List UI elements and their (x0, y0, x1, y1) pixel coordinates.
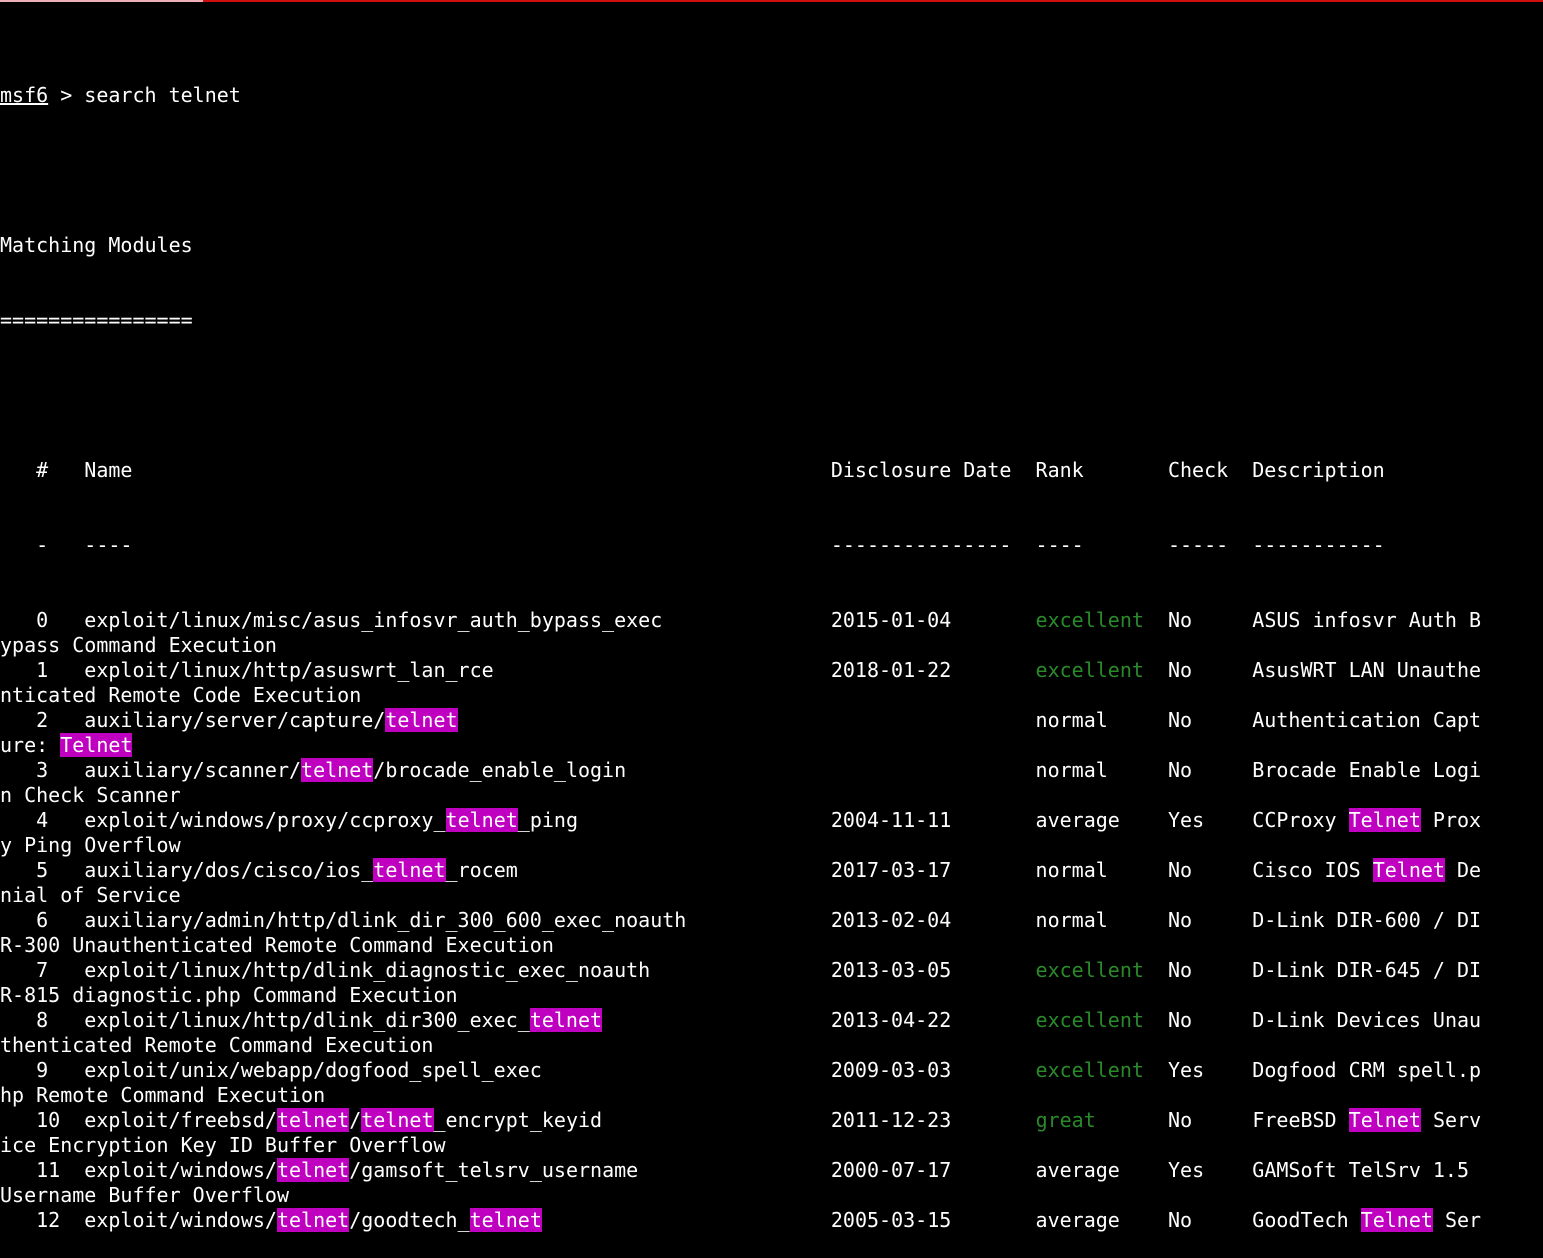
search-match-highlight: Telnet (1348, 1108, 1421, 1132)
terminal-output[interactable]: msf6 > search telnet Matching Modules ==… (0, 33, 1543, 1258)
table-row-wrap: Username Buffer Overflow (0, 1183, 289, 1207)
rank-label: great (1035, 1108, 1096, 1132)
table-row: 9 exploit/unix/webapp/dogfood_spell_exec… (0, 1058, 1482, 1082)
table-row-wrap: thenticated Remote Command Execution (0, 1033, 434, 1057)
active-tab-indicator (0, 0, 203, 2)
search-match-highlight: telnet (276, 1208, 350, 1232)
results-heading: Matching Modules (0, 233, 193, 257)
table-row-wrap: hp Remote Command Execution (0, 1083, 326, 1107)
prompt-separator: > (48, 83, 85, 107)
prompt-line: msf6 > search telnet (0, 83, 1543, 108)
search-match-highlight: telnet (361, 1108, 434, 1132)
module-table: 0 exploit/linux/misc/asus_infosvr_auth_b… (0, 608, 1543, 1233)
search-match-highlight: Telnet (1372, 858, 1445, 882)
rank-label: excellent (1035, 1008, 1144, 1032)
table-row: 10 exploit/freebsd/telnet/telnet_encrypt… (0, 1108, 1482, 1132)
search-match-highlight: telnet (276, 1108, 350, 1132)
table-row-wrap: y Ping Overflow (0, 833, 181, 857)
rank-label: excellent (1035, 658, 1144, 682)
rank-label: excellent (1035, 1058, 1144, 1082)
window-top-bar (0, 0, 1543, 3)
prompt-context: msf6 (0, 83, 49, 107)
search-match-highlight: telnet (445, 808, 518, 832)
table-row: 0 exploit/linux/misc/asus_infosvr_auth_b… (0, 608, 1482, 632)
search-match-highlight: telnet (301, 758, 374, 782)
table-row-wrap: nticated Remote Code Execution (0, 683, 362, 707)
prompt-command: search telnet (84, 83, 241, 107)
table-row: 6 auxiliary/admin/http/dlink_dir_300_600… (0, 908, 1482, 932)
table-row: 12 exploit/windows/telnet/goodtech_telne… (0, 1208, 1482, 1232)
search-match-highlight: Telnet (1348, 808, 1421, 832)
table-row-wrap: ice Encryption Key ID Buffer Overflow (0, 1133, 446, 1157)
search-match-highlight: Telnet (1360, 1208, 1433, 1232)
table-header-dashes: - ---- --------------- ---- ----- ------… (0, 533, 1385, 557)
table-row-wrap: ure: Telnet (0, 733, 133, 757)
search-match-highlight: telnet (529, 1008, 603, 1032)
rank-label: excellent (1035, 608, 1144, 632)
table-row: 8 exploit/linux/http/dlink_dir300_exec_t… (0, 1008, 1482, 1032)
search-match-highlight: telnet (385, 708, 458, 732)
window-border (203, 0, 1543, 2)
table-row-wrap: nial of Service (0, 883, 181, 907)
table-header: # Name Disclosure Date Rank Check Descri… (0, 458, 1385, 482)
table-row: 7 exploit/linux/http/dlink_diagnostic_ex… (0, 958, 1482, 982)
table-row-wrap: R-815 diagnostic.php Command Execution (0, 983, 458, 1007)
table-row: 1 exploit/linux/http/asuswrt_lan_rce 201… (0, 658, 1482, 682)
search-match-highlight: telnet (276, 1158, 350, 1182)
search-match-highlight: telnet (373, 858, 446, 882)
search-match-highlight: Telnet (60, 733, 133, 757)
table-row-wrap: n Check Scanner (0, 783, 181, 807)
table-row: 5 auxiliary/dos/cisco/ios_telnet_rocem 2… (0, 858, 1482, 882)
table-row-wrap: R-300 Unauthenticated Remote Command Exe… (0, 933, 554, 957)
table-row-wrap: ypass Command Execution (0, 633, 277, 657)
rank-label: excellent (1035, 958, 1144, 982)
table-row: 2 auxiliary/server/capture/telnet normal… (0, 708, 1482, 732)
table-row: 4 exploit/windows/proxy/ccproxy_telnet_p… (0, 808, 1482, 832)
table-row: 11 exploit/windows/telnet/gamsoft_telsrv… (0, 1158, 1482, 1182)
table-row: 3 auxiliary/scanner/telnet/brocade_enabl… (0, 758, 1482, 782)
search-match-highlight: telnet (469, 1208, 542, 1232)
results-heading-underline: ================ (0, 308, 193, 332)
